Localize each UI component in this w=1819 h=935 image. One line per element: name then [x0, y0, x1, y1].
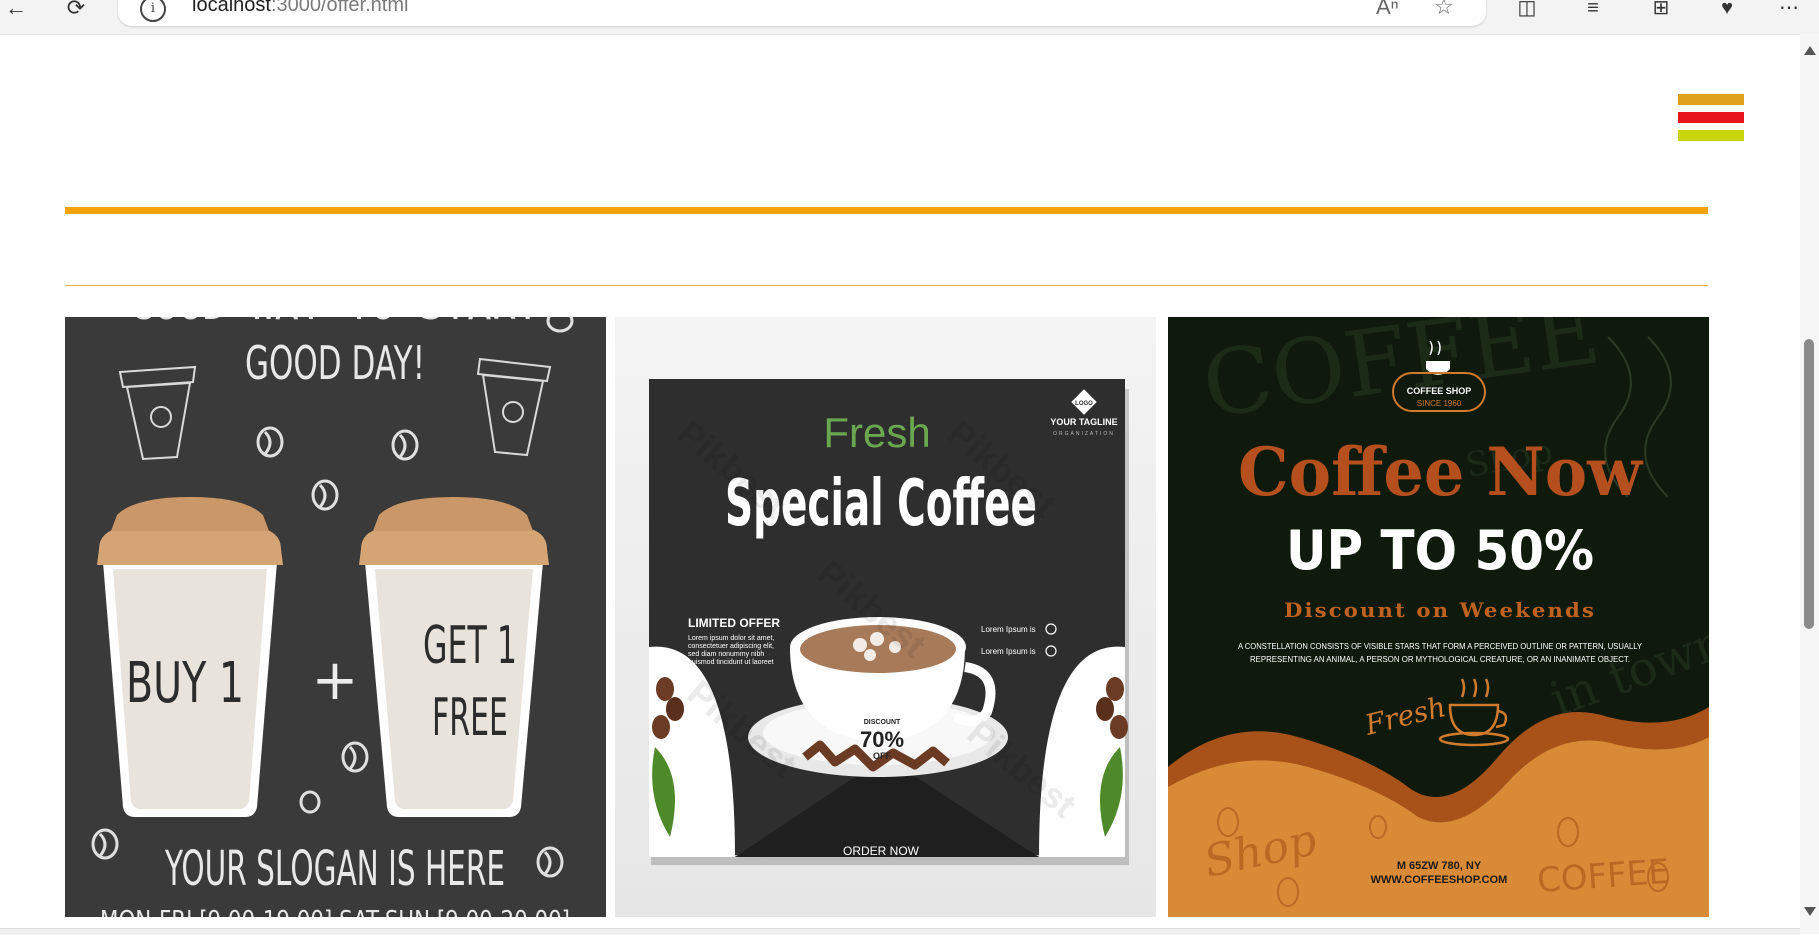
refresh-icon[interactable]: ⟳ — [60, 0, 92, 22]
organization: ORGANIZATION — [1053, 431, 1115, 437]
lorem-line-1: Lorem ipsum dolor sit amet, — [688, 635, 774, 642]
limited-offer-label: LIMITED OFFER — [688, 616, 780, 630]
collections-icon[interactable]: ⊞ — [1646, 0, 1676, 22]
hamburger-bar-middle — [1678, 112, 1744, 123]
site-info-icon[interactable]: i — [140, 0, 166, 22]
lorem-line-2: consectetuer adipiscing elit, — [688, 643, 774, 650]
browser-toolbar: ← ⟳ i localhost:3000/offer.html Aⁿ ☆ ◫ ≡… — [0, 0, 1819, 35]
scroll-up-arrow-icon[interactable] — [1804, 46, 1816, 55]
since-label: SINCE 1960 — [1417, 399, 1462, 408]
hamburger-bar-bottom — [1678, 130, 1744, 141]
more-menu-icon[interactable]: ⋯ — [1774, 0, 1804, 22]
url-text[interactable]: localhost:3000/offer.html — [192, 0, 408, 17]
plus-sign: + — [312, 648, 359, 713]
offer-card-buy1get1[interactable]: GOOD WAY TO START GOOD DAY! — [65, 317, 606, 917]
card1-slogan: YOUR SLOGAN IS HERE — [164, 841, 505, 897]
lorem-line-3: sed diam nonummy nibh — [688, 651, 764, 658]
cup-left-text: BUY 1 — [126, 651, 244, 716]
lorem-line-4: euismod tincidunt ut laoreet — [688, 659, 774, 666]
shop-address: M 65ZW 780, NY — [1397, 860, 1482, 872]
browser-essentials-icon[interactable]: ♥ — [1712, 0, 1742, 22]
fresh-label: Fresh — [823, 409, 930, 456]
split-screen-icon[interactable]: ◫ — [1512, 0, 1542, 22]
back-arrow-icon[interactable]: ← — [0, 0, 32, 22]
cup-right-text-line1: GET 1 — [423, 616, 517, 676]
coffee-shop-label: COFFEE SHOP — [1407, 386, 1472, 396]
section-divider-thick — [65, 207, 1708, 214]
off-label: OFF — [873, 751, 891, 761]
card1-top-line: GOOD WAY TO START — [130, 317, 539, 329]
favorites-list-icon[interactable]: ≡ — [1578, 0, 1608, 22]
address-bar[interactable]: i localhost:3000/offer.html Aⁿ ☆ — [118, 0, 1486, 26]
description-line-2: REPRESENTING AN ANIMAL, A PERSON OR MYTH… — [1250, 655, 1630, 664]
offer-card-special-coffee[interactable]: Fresh Special Coffee LOGO YOUR TAGLINE O… — [615, 317, 1156, 917]
shop-website: WWW.COFFEESHOP.COM — [1371, 874, 1508, 886]
svg-text:LOGO: LOGO — [1075, 401, 1093, 407]
up-to-50-percent: UP TO 50% — [1286, 519, 1594, 582]
section-divider-thin — [65, 285, 1708, 286]
discount-value: 70% — [860, 727, 904, 752]
hamburger-bar-top — [1678, 94, 1744, 105]
order-now-button[interactable]: ORDER NOW — [843, 844, 920, 858]
card1-headline: GOOD DAY! — [245, 336, 425, 390]
bullet-1-text: Lorem Ipsum is — [981, 625, 1036, 634]
favorite-star-icon[interactable]: ☆ — [1434, 0, 1454, 20]
read-aloud-icon[interactable]: Aⁿ — [1376, 0, 1399, 20]
discount-on-weekends: Discount on Weekends — [1284, 598, 1596, 622]
page-scrollbar[interactable] — [1800, 34, 1819, 934]
bullet-2-text: Lorem Ipsum is — [981, 647, 1036, 656]
hamburger-menu-icon[interactable] — [1678, 94, 1744, 142]
discount-label: DISCOUNT — [864, 719, 901, 726]
coffee-now-title: Coffee Now — [1238, 433, 1644, 511]
scroll-down-arrow-icon[interactable] — [1804, 907, 1816, 916]
cup-right-text-line2: FREE — [432, 688, 508, 748]
card1-hours: MON-FRI [9.00-19.00] SAT-SUN [9.00-20.00… — [100, 906, 570, 917]
offer-card-coffee-now[interactable]: COFFEE Shop in town COFFEE SHOP SINCE 19… — [1168, 317, 1709, 917]
description-line-1: A CONSTELLATION CONSISTS OF VISIBLE STAR… — [1238, 642, 1643, 651]
scrollbar-thumb[interactable] — [1804, 339, 1814, 629]
tagline: YOUR TAGLINE — [1050, 417, 1117, 427]
